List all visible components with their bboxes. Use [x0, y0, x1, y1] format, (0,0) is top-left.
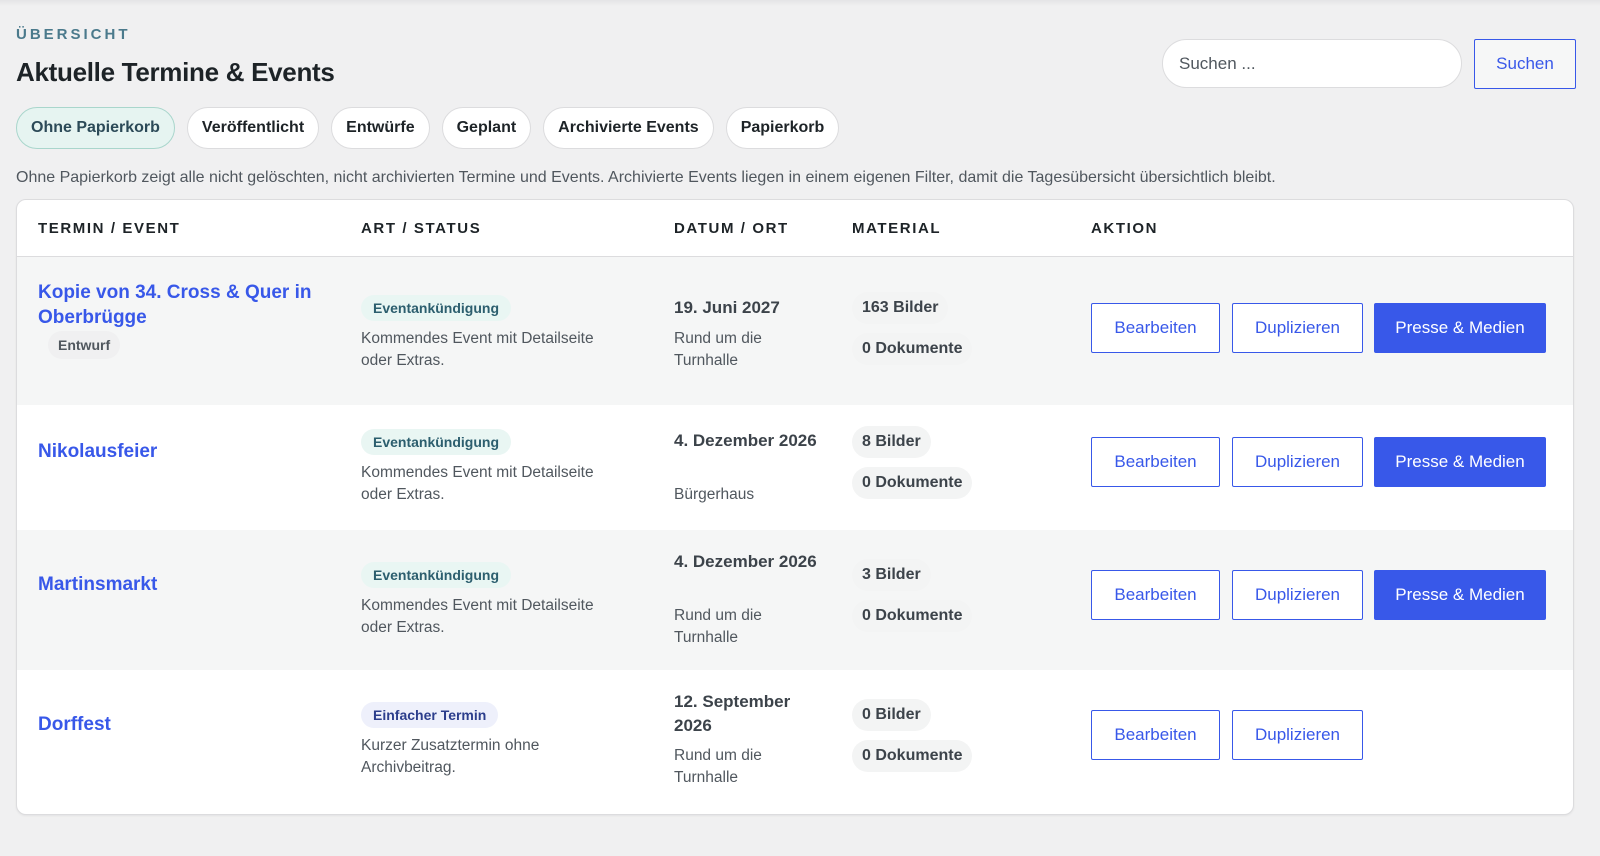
type-description: Kommendes Event mit Detailseite oder Ext… — [361, 330, 594, 369]
filter-archivierte-events[interactable]: Archivierte Events — [543, 107, 714, 149]
event-place: Bürgerhaus — [674, 486, 755, 503]
filter-entwuerfe[interactable]: Entwürfe — [331, 107, 430, 149]
events-table: TERMIN / EVENT ART / STATUS DATUM / ORT … — [16, 199, 1574, 815]
type-description: Kommendes Event mit Detailseite oder Ext… — [361, 464, 594, 503]
event-place: Rund um die Turnhalle — [674, 330, 762, 369]
images-count-badge: 0 Bilder — [852, 699, 931, 731]
filter-papierkorb[interactable]: Papierkorb — [725, 107, 840, 149]
filter-veroeffentlicht[interactable]: Veröffentlicht — [186, 107, 320, 149]
table-header: TERMIN / EVENT ART / STATUS DATUM / ORT … — [17, 200, 1573, 257]
edit-button[interactable]: Bearbeiten — [1091, 303, 1220, 353]
page-header: ÜBERSICHT Aktuelle Termine & Events — [16, 26, 335, 88]
event-date: 4. Dezember 2026 — [674, 552, 817, 571]
type-description: Kommendes Event mit Detailseite oder Ext… — [361, 597, 594, 636]
header-art-status: ART / STATUS — [361, 219, 482, 237]
filter-tabs: Ohne Papierkorb Veröffentlicht Entwürfe … — [16, 107, 840, 149]
documents-count-badge: 0 Dokumente — [852, 467, 973, 499]
edit-button[interactable]: Bearbeiten — [1091, 570, 1220, 620]
duplicate-button[interactable]: Duplizieren — [1232, 710, 1363, 760]
table-row: Dorffest Einfacher Termin Kurzer Zusatzt… — [17, 670, 1573, 814]
event-place: Rund um die Turnhalle — [674, 747, 762, 786]
duplicate-button[interactable]: Duplizieren — [1232, 570, 1363, 620]
press-media-button[interactable]: Presse & Medien — [1374, 570, 1546, 620]
type-badge: Eventankündigung — [361, 562, 511, 588]
event-date: 12. September 2026 — [674, 692, 791, 735]
images-count-badge: 163 Bilder — [852, 292, 949, 324]
header-aktion: AKTION — [1091, 219, 1159, 237]
filter-description: Ohne Papierkorb zeigt alle nicht gelösch… — [16, 169, 1276, 186]
table-row: Martinsmarkt Eventankündigung Kommendes … — [17, 530, 1573, 670]
page-title: Aktuelle Termine & Events — [16, 57, 335, 87]
edit-button[interactable]: Bearbeiten — [1091, 710, 1220, 760]
header-material: MATERIAL — [852, 219, 942, 237]
press-media-button[interactable]: Presse & Medien — [1374, 437, 1546, 487]
table-row: Nikolausfeier Eventankündigung Kommendes… — [17, 405, 1573, 530]
event-date: 19. Juni 2027 — [674, 298, 780, 317]
duplicate-button[interactable]: Duplizieren — [1232, 303, 1363, 353]
documents-count-badge: 0 Dokumente — [852, 740, 973, 772]
images-count-badge: 3 Bilder — [852, 559, 931, 591]
table-row: Kopie von 34. Cross & Quer in Oberbrügge… — [17, 257, 1573, 405]
type-badge: Eventankündigung — [361, 429, 511, 455]
documents-count-badge: 0 Dokumente — [852, 600, 973, 632]
images-count-badge: 8 Bilder — [852, 426, 931, 458]
event-place: Rund um die Turnhalle — [674, 607, 762, 646]
type-description: Kurzer Zusatztermin ohne Archivbeitrag. — [361, 737, 540, 776]
status-badge: Entwurf — [48, 331, 121, 359]
search-button[interactable]: Suchen — [1474, 39, 1576, 89]
search-input[interactable] — [1162, 39, 1462, 88]
search-form: Suchen — [1162, 39, 1576, 89]
press-media-button[interactable]: Presse & Medien — [1374, 303, 1546, 353]
event-title-link[interactable]: Kopie von 34. Cross & Quer in Oberbrügge — [38, 280, 318, 330]
edit-button[interactable]: Bearbeiten — [1091, 437, 1220, 487]
documents-count-badge: 0 Dokumente — [852, 333, 973, 365]
event-date: 4. Dezember 2026 — [674, 431, 817, 450]
eyebrow-label: ÜBERSICHT — [16, 26, 131, 43]
type-badge: Eventankündigung — [361, 295, 511, 321]
header-datum-ort: DATUM / ORT — [674, 219, 789, 237]
filter-geplant[interactable]: Geplant — [441, 107, 532, 149]
event-title-link[interactable]: Dorffest — [38, 712, 318, 737]
event-title-link[interactable]: Nikolausfeier — [38, 439, 318, 464]
duplicate-button[interactable]: Duplizieren — [1232, 437, 1363, 487]
type-badge: Einfacher Termin — [361, 702, 499, 728]
header-termin-event: TERMIN / EVENT — [38, 219, 181, 237]
event-title-link[interactable]: Martinsmarkt — [38, 572, 318, 597]
top-shadow — [0, 0, 1600, 6]
filter-ohne-papierkorb[interactable]: Ohne Papierkorb — [16, 107, 175, 149]
